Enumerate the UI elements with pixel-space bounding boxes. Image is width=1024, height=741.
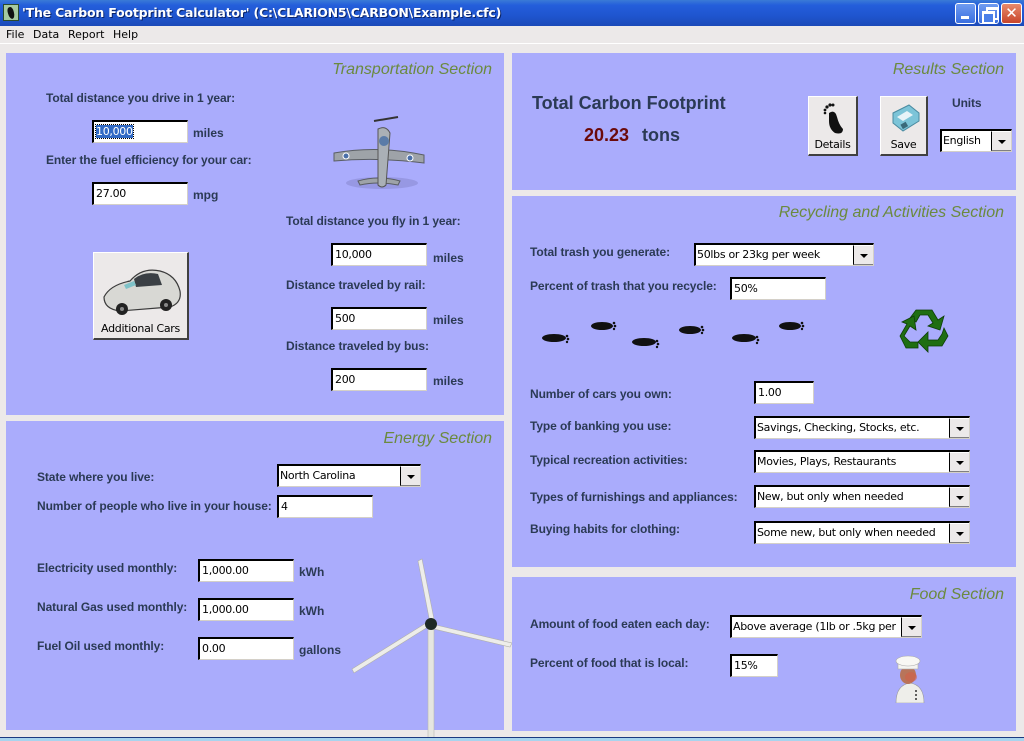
- electricity-unit: kWh: [299, 565, 325, 579]
- footprint-icon: [823, 103, 843, 134]
- food-section: Food Section Amount of food eaten each d…: [512, 577, 1016, 731]
- taskbar-edge: [0, 737, 1024, 741]
- chevron-down-icon[interactable]: [949, 418, 969, 438]
- recycle-percent-input[interactable]: 50%: [730, 277, 826, 300]
- total-footprint-label: Total Carbon Footprint: [532, 93, 726, 113]
- local-food-input[interactable]: 15%: [730, 654, 778, 677]
- additional-cars-button[interactable]: Additional Cars: [93, 252, 189, 340]
- people-input[interactable]: 4: [277, 495, 373, 518]
- state-label: State where you live:: [37, 470, 155, 484]
- airplane-icon: [333, 116, 425, 189]
- minimize-button[interactable]: [955, 3, 976, 24]
- close-button[interactable]: ✕: [1001, 3, 1022, 24]
- details-button[interactable]: Details: [808, 96, 858, 156]
- natural-gas-unit: kWh: [299, 604, 325, 618]
- transportation-section: Transportation Section Total distance yo…: [6, 53, 504, 415]
- clothing-label: Buying habits for clothing:: [530, 522, 680, 536]
- chevron-down-icon[interactable]: [400, 466, 420, 486]
- recreation-select[interactable]: Movies, Plays, Restaurants: [754, 450, 970, 473]
- footprints-icon: [542, 321, 805, 349]
- fuel-oil-unit: gallons: [299, 643, 342, 657]
- trash-select[interactable]: 50lbs or 23kg per week: [694, 243, 874, 266]
- banking-select[interactable]: Savings, Checking, Stocks, etc.: [754, 416, 970, 439]
- footprint-app-icon[interactable]: [3, 4, 19, 21]
- fly-distance-input[interactable]: 10,000: [331, 243, 427, 266]
- section-title: Energy Section: [383, 430, 492, 447]
- menu-report[interactable]: Report: [68, 28, 104, 41]
- units-label: Units: [952, 96, 982, 110]
- save-button[interactable]: Save: [880, 96, 928, 156]
- food-amount-label: Amount of food eaten each day:: [530, 617, 710, 631]
- rail-distance-unit: miles: [433, 313, 464, 327]
- total-footprint-unit: tons: [642, 125, 680, 145]
- fuel-oil-label: Fuel Oil used monthly:: [37, 639, 165, 653]
- electricity-label: Electricity used monthly:: [37, 561, 178, 575]
- chevron-down-icon[interactable]: [991, 131, 1011, 151]
- drive-distance-unit: miles: [193, 126, 224, 140]
- car-icon: [103, 269, 181, 315]
- floppy-disk-icon: [892, 104, 920, 132]
- electricity-input[interactable]: 1,000.00: [198, 559, 294, 582]
- furnishings-select[interactable]: New, but only when needed: [754, 485, 970, 508]
- fuel-oil-input[interactable]: 0.00: [198, 637, 294, 660]
- people-label: Number of people who live in your house:: [37, 499, 272, 513]
- units-select[interactable]: English: [940, 129, 1012, 152]
- save-label: Save: [890, 138, 917, 151]
- chevron-down-icon[interactable]: [949, 487, 969, 507]
- additional-cars-label: Additional Cars: [101, 322, 180, 335]
- results-section: Results Section Total Carbon Footprint 2…: [512, 53, 1016, 190]
- natural-gas-label: Natural Gas used monthly:: [37, 600, 188, 614]
- bus-distance-label: Distance traveled by bus:: [286, 339, 429, 353]
- cars-owned-label: Number of cars you own:: [530, 387, 672, 401]
- total-footprint-value: 20.23: [584, 125, 630, 145]
- section-title: Transportation Section: [332, 61, 492, 78]
- fly-distance-label: Total distance you fly in 1 year:: [286, 214, 461, 228]
- banking-label: Type of banking you use:: [530, 419, 672, 433]
- natural-gas-input[interactable]: 1,000.00: [198, 598, 294, 621]
- chevron-down-icon[interactable]: [949, 523, 969, 543]
- details-label: Details: [814, 138, 851, 151]
- recreation-label: Typical recreation activities:: [530, 453, 688, 467]
- chef-icon: [895, 655, 925, 703]
- wind-turbine-icon: [351, 558, 513, 741]
- local-food-label: Percent of food that is local:: [530, 656, 689, 670]
- drive-distance-label: Total distance you drive in 1 year:: [46, 91, 236, 105]
- menu-file[interactable]: File: [6, 28, 24, 41]
- furnishings-label: Types of furnishings and appliances:: [530, 490, 738, 504]
- rail-distance-label: Distance traveled by rail:: [286, 278, 426, 292]
- menu-bar: File Data Report Help: [0, 26, 1024, 44]
- bus-distance-input[interactable]: 200: [331, 368, 427, 391]
- fly-distance-unit: miles: [433, 251, 464, 265]
- rail-distance-input[interactable]: 500: [331, 307, 427, 330]
- bus-distance-unit: miles: [433, 374, 464, 388]
- menu-help[interactable]: Help: [113, 28, 138, 41]
- chevron-down-icon[interactable]: [901, 617, 921, 637]
- restore-button[interactable]: [978, 3, 999, 24]
- fuel-efficiency-label: Enter the fuel efficiency for your car:: [46, 153, 252, 167]
- section-title: Results Section: [892, 61, 1004, 78]
- recycle-percent-label: Percent of trash that you recycle:: [530, 279, 717, 293]
- trash-label: Total trash you generate:: [530, 245, 670, 259]
- title-bar: 'The Carbon Footprint Calculator' (C:\CL…: [0, 0, 1024, 26]
- fuel-efficiency-input[interactable]: 27.00: [92, 182, 188, 205]
- clothing-select[interactable]: Some new, but only when needed: [754, 521, 970, 544]
- window-title: 'The Carbon Footprint Calculator' (C:\CL…: [22, 5, 502, 20]
- fuel-efficiency-unit: mpg: [193, 188, 219, 202]
- state-select[interactable]: North Carolina: [277, 464, 421, 487]
- menu-data[interactable]: Data: [33, 28, 59, 41]
- drive-distance-input[interactable]: 10,000: [92, 120, 188, 143]
- cars-owned-input[interactable]: 1.00: [754, 381, 814, 404]
- chevron-down-icon[interactable]: [853, 245, 873, 265]
- section-title: Food Section: [909, 586, 1004, 603]
- chevron-down-icon[interactable]: [949, 452, 969, 472]
- food-amount-select[interactable]: Above average (1lb or .5kg per da: [730, 615, 922, 638]
- recycling-section: Recycling and Activities Section Total t…: [512, 196, 1016, 567]
- recycle-icon: [899, 309, 949, 353]
- section-title: Recycling and Activities Section: [778, 204, 1004, 221]
